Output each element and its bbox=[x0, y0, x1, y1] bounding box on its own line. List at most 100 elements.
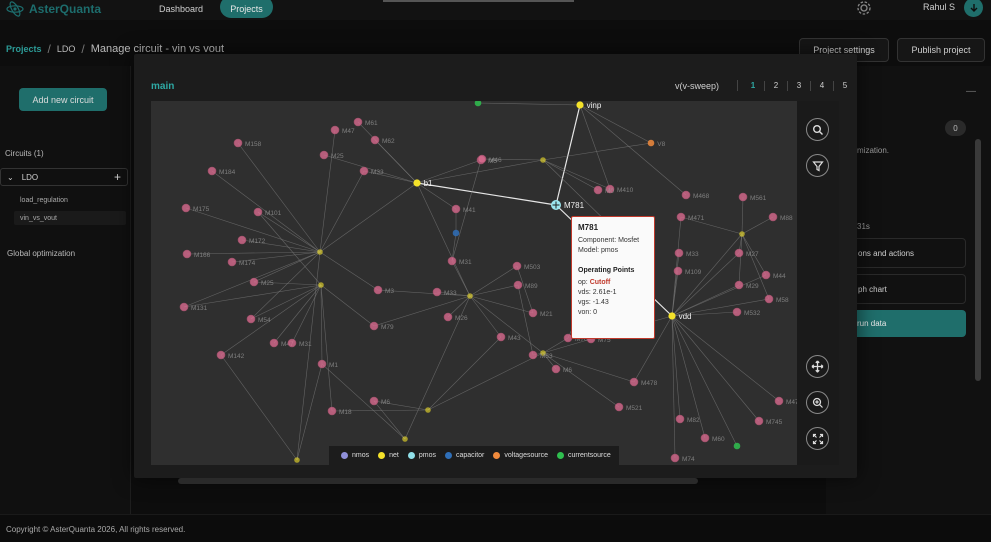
graph-node-currentsource[interactable] bbox=[474, 101, 482, 107]
pan-button[interactable] bbox=[806, 355, 829, 378]
graph-node-nmos[interactable]: M33 bbox=[359, 166, 384, 176]
graph-node-nmos[interactable]: M131 bbox=[179, 302, 208, 312]
graph-node-nmos[interactable]: M21 bbox=[528, 308, 553, 318]
graph-node-nmos[interactable]: M0 bbox=[593, 185, 614, 195]
app-logo[interactable]: AsterQuanta bbox=[6, 0, 101, 18]
search-button[interactable] bbox=[806, 118, 829, 141]
global-optimization-link[interactable]: Global optimization bbox=[7, 249, 75, 258]
sweep-page-5[interactable]: 5 bbox=[834, 81, 856, 91]
graph-node-nmos[interactable]: M6 bbox=[551, 364, 572, 374]
circuit-item-vin-vs-vout[interactable]: vin_vs_vout bbox=[14, 211, 126, 225]
graph-node-voltagesource[interactable]: V8 bbox=[647, 139, 666, 148]
graph-node-capacitor[interactable] bbox=[452, 229, 460, 237]
sweep-page-2[interactable]: 2 bbox=[765, 81, 787, 91]
graph-node-net[interactable] bbox=[540, 157, 546, 163]
graph-node-nmos[interactable]: M46 bbox=[477, 154, 502, 164]
sweep-page-4[interactable]: 4 bbox=[811, 81, 833, 91]
user-avatar[interactable] bbox=[964, 0, 983, 17]
graph-node-nmos[interactable]: M142 bbox=[216, 350, 245, 360]
graph-node-nmos[interactable]: M29 bbox=[734, 280, 759, 290]
legend-item-pmos[interactable]: pmos bbox=[407, 452, 436, 459]
graph-node-nmos[interactable]: M27 bbox=[734, 248, 759, 258]
graph-node-nmos[interactable]: M61 bbox=[353, 117, 378, 127]
graph-node-nmos[interactable]: M478 bbox=[629, 377, 658, 387]
graph-node-nmos[interactable]: M101 bbox=[253, 207, 282, 217]
legend-item-currentsource[interactable]: currentsource bbox=[556, 452, 611, 459]
graph-node-nmos[interactable]: M18 bbox=[327, 406, 352, 416]
graph-node-net[interactable] bbox=[294, 457, 300, 463]
fit-to-screen-button[interactable] bbox=[806, 427, 829, 450]
horizontal-scrollbar[interactable] bbox=[178, 478, 698, 484]
graph-node-nmos[interactable]: M745 bbox=[754, 416, 783, 426]
graph-node-nmos[interactable]: M33 bbox=[432, 287, 457, 297]
graph-node-nmos[interactable]: M109 bbox=[673, 266, 702, 276]
graph-node-net[interactable] bbox=[318, 282, 324, 288]
graph-node-nmos[interactable]: M41 bbox=[451, 204, 476, 214]
graph-node-net[interactable]: b1 bbox=[413, 179, 433, 188]
graph-node-net[interactable] bbox=[402, 436, 408, 442]
nav-projects[interactable]: Projects bbox=[220, 0, 273, 18]
graph-node-nmos[interactable]: M33 bbox=[674, 248, 699, 258]
graph-node-nmos[interactable]: M25 bbox=[319, 150, 344, 160]
breadcrumb-projects[interactable]: Projects bbox=[6, 44, 42, 54]
graph-node-nmos[interactable]: M79 bbox=[369, 321, 394, 331]
collapse-icon[interactable]: — bbox=[966, 86, 976, 97]
add-new-circuit-button[interactable]: Add new circuit bbox=[19, 88, 107, 111]
graph-node-nmos[interactable]: M25 bbox=[249, 277, 274, 287]
panel-scrollbar[interactable] bbox=[975, 139, 981, 381]
graph-node-nmos[interactable]: M47 bbox=[330, 125, 355, 135]
graph-node-nmos[interactable]: M44 bbox=[761, 270, 786, 280]
zoom-in-button[interactable] bbox=[806, 391, 829, 414]
graph-node-nmos[interactable]: M54 bbox=[246, 314, 271, 324]
publish-project-button[interactable]: Publish project bbox=[897, 38, 985, 62]
graph-node-nmos[interactable]: M60 bbox=[700, 433, 725, 443]
graph-node-nmos[interactable]: M31 bbox=[287, 338, 312, 348]
graph-node-nmos[interactable]: M166 bbox=[182, 249, 211, 259]
add-icon[interactable]: + bbox=[114, 170, 121, 184]
graph-node-nmos[interactable]: M62 bbox=[370, 135, 395, 145]
graph-node-nmos[interactable]: M88 bbox=[768, 212, 793, 222]
circuit-group-ldo[interactable]: ⌄ LDO + bbox=[0, 168, 128, 186]
graph-node-currentsource[interactable] bbox=[733, 442, 741, 450]
circuit-graph-canvas[interactable]: vinp b1 M781 vdd V8 M61 M47 M62 M158 M25 M33 M184 M1… bbox=[151, 101, 797, 465]
graph-node-nmos[interactable]: M184 bbox=[207, 166, 236, 176]
sweep-page-1[interactable]: 1 bbox=[742, 81, 764, 91]
graph-node-net[interactable]: vinp bbox=[576, 101, 602, 110]
graph-node-nmos[interactable]: M31 bbox=[447, 256, 472, 266]
graph-node-nmos[interactable]: M175 bbox=[181, 203, 210, 213]
graph-node-net[interactable] bbox=[425, 407, 431, 413]
graph-node-nmos[interactable]: M158 bbox=[233, 138, 262, 148]
graph-node-nmos[interactable]: M26 bbox=[443, 312, 468, 322]
graph-node-nmos[interactable]: M43 bbox=[496, 332, 521, 342]
graph-node-nmos[interactable]: M521 bbox=[614, 402, 643, 412]
chevron-down-icon[interactable]: ⌄ bbox=[7, 173, 14, 182]
graph-node-nmos[interactable]: M174 bbox=[227, 257, 256, 267]
graph-node-nmos[interactable]: M468 bbox=[681, 190, 710, 200]
graph-node-nmos[interactable]: M53 bbox=[528, 350, 553, 360]
breadcrumb-ldo[interactable]: LDO bbox=[57, 44, 76, 54]
graph-node-nmos[interactable]: M47 bbox=[774, 396, 797, 406]
circuit-graph[interactable]: vinp b1 M781 vdd V8 M61 M47 M62 M158 M25 M33 M184 M1… bbox=[151, 101, 797, 465]
graph-node-net[interactable] bbox=[739, 231, 745, 237]
graph-node-nmos[interactable]: M532 bbox=[732, 307, 761, 317]
legend-item-capacitor[interactable]: capacitor bbox=[444, 452, 484, 459]
user-name[interactable]: Rahul S bbox=[923, 2, 955, 12]
graph-node-nmos[interactable]: M82 bbox=[675, 414, 700, 424]
graph-node-nmos[interactable]: M3 bbox=[373, 285, 394, 295]
graph-node-nmos[interactable]: M74 bbox=[670, 453, 695, 463]
graph-node-nmos[interactable]: M89 bbox=[513, 280, 538, 290]
graph-node-nmos[interactable]: M471 bbox=[676, 212, 705, 222]
legend-item-net[interactable]: net bbox=[378, 452, 399, 459]
circuit-item-load-regulation[interactable]: load_regulation bbox=[20, 197, 68, 204]
graph-node-net[interactable] bbox=[317, 249, 323, 255]
graph-node-nmos[interactable]: M58 bbox=[764, 294, 789, 304]
filter-button[interactable] bbox=[806, 154, 829, 177]
legend-item-nmos[interactable]: nmos bbox=[341, 452, 369, 459]
legend-item-voltagesource[interactable]: voltagesource bbox=[493, 452, 548, 459]
graph-node-nmos[interactable]: M503 bbox=[512, 261, 541, 271]
gear-icon[interactable] bbox=[856, 0, 872, 16]
graph-node-nmos[interactable]: M172 bbox=[237, 235, 266, 245]
graph-node-nmos[interactable]: M1 bbox=[317, 359, 338, 369]
graph-node-pmos[interactable]: M781 bbox=[551, 200, 585, 210]
graph-node-nmos[interactable]: M6 bbox=[369, 396, 390, 406]
